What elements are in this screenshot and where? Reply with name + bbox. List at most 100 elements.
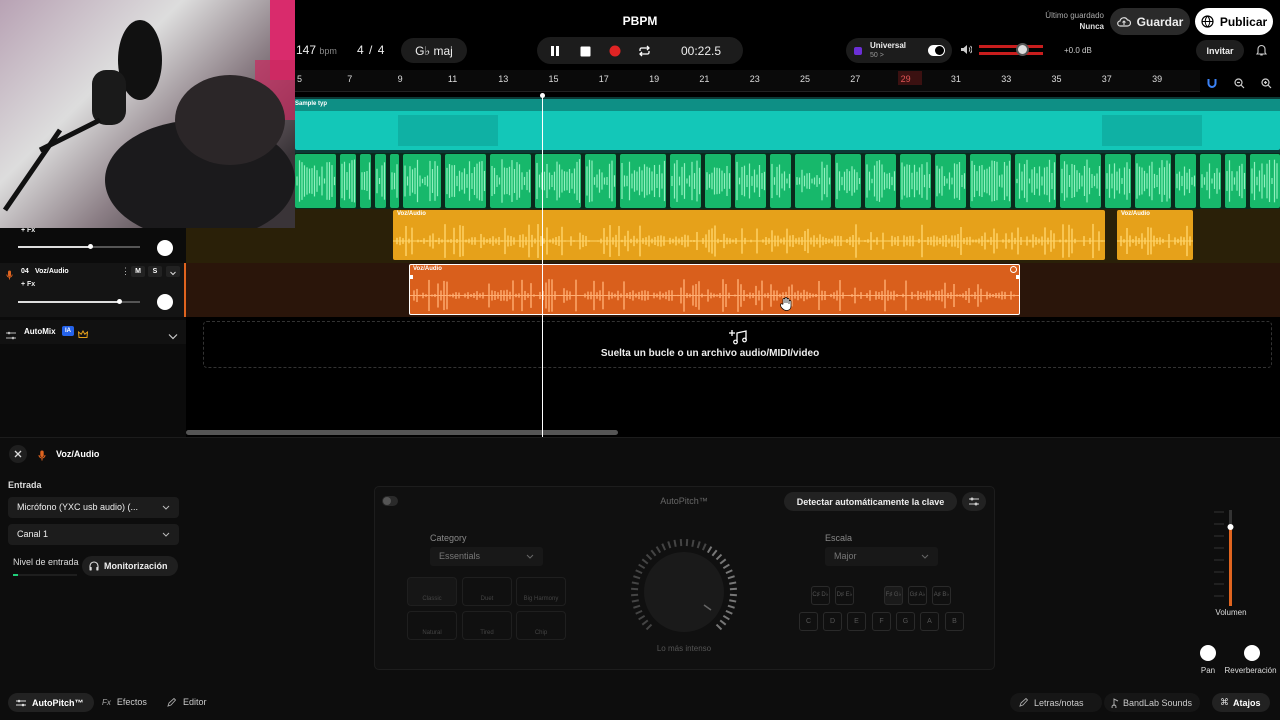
bandlab-sounds-button[interactable]: BandLab Sounds (1104, 693, 1200, 712)
invite-button[interactable]: Invitar (1196, 40, 1244, 61)
loop-button[interactable] (636, 43, 652, 59)
track2-clip[interactable] (1225, 154, 1246, 208)
intensity-knob[interactable] (631, 538, 745, 647)
track2-clip[interactable] (770, 154, 791, 208)
bell-icon[interactable] (1256, 44, 1267, 56)
reverb-knob[interactable] (1244, 645, 1260, 661)
stop-button[interactable] (577, 43, 593, 59)
detect-key-button[interactable]: Detectar automáticamente la clave (784, 492, 957, 511)
time-sig-numerator: 4 (357, 43, 364, 57)
lyrics-button[interactable]: Letras/notas (1010, 693, 1102, 712)
input-select[interactable]: Micrófono (YXC usb audio) (... (8, 497, 179, 518)
track3-clip-2[interactable]: Voz/Audio (1117, 210, 1193, 260)
key-g[interactable]: G (896, 612, 915, 631)
track1-waveform (398, 115, 1202, 146)
universal-toggle[interactable] (928, 45, 945, 56)
track3-waveform-1 (393, 223, 1105, 259)
volume-fader[interactable] (1214, 510, 1246, 606)
track3-volume-handle[interactable] (88, 244, 93, 249)
monitoring-button[interactable]: Monitorización (82, 556, 178, 576)
project-title[interactable]: PBPM (600, 14, 680, 28)
tempo-display[interactable]: 147 bpm (296, 43, 337, 57)
key-c[interactable]: C (799, 612, 818, 631)
timeline-ruler[interactable] (295, 70, 1200, 92)
key-g-sharp[interactable]: G♯ A♭ (908, 586, 927, 605)
track3-fx-button[interactable]: + Fx (21, 227, 35, 234)
track2-clip[interactable] (795, 154, 831, 208)
zoom-out-icon[interactable] (1234, 78, 1245, 89)
channel-select[interactable]: Canal 1 (8, 524, 179, 545)
track4-clip[interactable]: Voz/Audio (409, 264, 1020, 315)
track3-volume-slider[interactable] (18, 244, 140, 249)
track4-expand-icon[interactable] (166, 266, 180, 277)
track4-mute-button[interactable]: M (131, 266, 145, 277)
autopitch-title: AutoPitch™ (660, 496, 708, 506)
clip-trim-handle-right[interactable] (1016, 275, 1020, 279)
track1-clip[interactable]: Sample typ (295, 99, 1280, 150)
track4-volume-handle[interactable] (117, 299, 122, 304)
track4-solo-button[interactable]: S (148, 266, 162, 277)
ruler-number: 33 (1001, 74, 1012, 84)
cloud-upload-icon (1116, 16, 1131, 28)
detect-key-label: Detectar automáticamente la clave (796, 496, 945, 507)
pause-button[interactable] (547, 43, 563, 59)
master-volume-handle[interactable] (1016, 43, 1029, 56)
ruler-number: 37 (1101, 74, 1112, 84)
record-button[interactable] (607, 43, 623, 59)
track3-pan-knob[interactable] (157, 240, 173, 256)
publish-button[interactable]: Publicar (1195, 8, 1273, 35)
speaker-icon[interactable] (960, 44, 972, 55)
track4-fx-button[interactable]: + Fx (21, 281, 35, 288)
pan-knob[interactable] (1200, 645, 1216, 661)
preset-classic[interactable]: Classic (407, 577, 457, 606)
horizontal-scrollbar[interactable] (186, 430, 618, 435)
zoom-in-icon[interactable] (1261, 78, 1272, 89)
key-e[interactable]: E (847, 612, 866, 631)
tab-editor[interactable]: Editor (167, 697, 207, 707)
preset-chip[interactable]: Chip (516, 611, 566, 640)
preset-duet[interactable]: Duet (462, 577, 512, 606)
ruler-number: 17 (598, 74, 609, 84)
time-signature[interactable]: 4 / 4 (357, 43, 384, 57)
key-d[interactable]: D (823, 612, 842, 631)
track4-volume-slider[interactable] (18, 299, 140, 304)
preset-big-harmony[interactable]: Big Harmony (516, 577, 566, 606)
track4-menu-icon[interactable]: ⋮ (121, 266, 130, 277)
tab-autopitch[interactable]: AutoPitch™ (8, 693, 94, 712)
track2-clip[interactable] (1175, 154, 1196, 208)
close-panel-button[interactable] (9, 445, 27, 463)
track2-clips[interactable] (295, 154, 1280, 208)
clip-loop-icon[interactable] (1010, 266, 1017, 273)
preset-tired[interactable]: Tired (462, 611, 512, 640)
plugin-settings-button[interactable] (962, 492, 986, 511)
key-a[interactable]: A (920, 612, 939, 631)
key-f-sharp[interactable]: F♯ G♭ (884, 586, 903, 605)
magnet-icon[interactable] (1207, 78, 1217, 89)
playhead[interactable] (542, 95, 543, 437)
key-c-sharp[interactable]: C♯ D♭ (811, 586, 830, 605)
tab-effects[interactable]: Fx Efectos (102, 697, 147, 707)
track3-clip-2-label: Voz/Audio (1121, 211, 1150, 217)
key-selector[interactable]: G♭ maj (401, 38, 467, 63)
track2-clip[interactable] (1135, 154, 1171, 208)
track4-pan-knob[interactable] (157, 294, 173, 310)
globe-icon (1201, 15, 1214, 28)
category-select[interactable]: Essentials (430, 547, 543, 566)
channel-select-value: Canal 1 (17, 529, 49, 539)
playhead-knob[interactable] (540, 93, 545, 98)
track3-clip-1[interactable]: Voz/Audio (393, 210, 1105, 260)
save-button[interactable]: Guardar (1110, 8, 1190, 35)
scale-select[interactable]: Major (825, 547, 938, 566)
key-f[interactable]: F (872, 612, 891, 631)
shortcuts-button[interactable]: ⌘ Atajos (1212, 693, 1270, 712)
automix-chevron-icon[interactable] (168, 327, 178, 345)
clip-trim-handle-left[interactable] (409, 275, 413, 279)
key-a-sharp[interactable]: A♯ B♭ (932, 586, 951, 605)
track2-clip[interactable] (1200, 154, 1221, 208)
key-b[interactable]: B (945, 612, 964, 631)
preset-natural[interactable]: Natural (407, 611, 457, 640)
key-d-sharp[interactable]: D♯ E♭ (835, 586, 854, 605)
autopitch-power-toggle[interactable] (382, 496, 398, 506)
master-volume-slider[interactable] (979, 43, 1044, 57)
track4-name[interactable]: Voz/Audio (35, 268, 69, 275)
